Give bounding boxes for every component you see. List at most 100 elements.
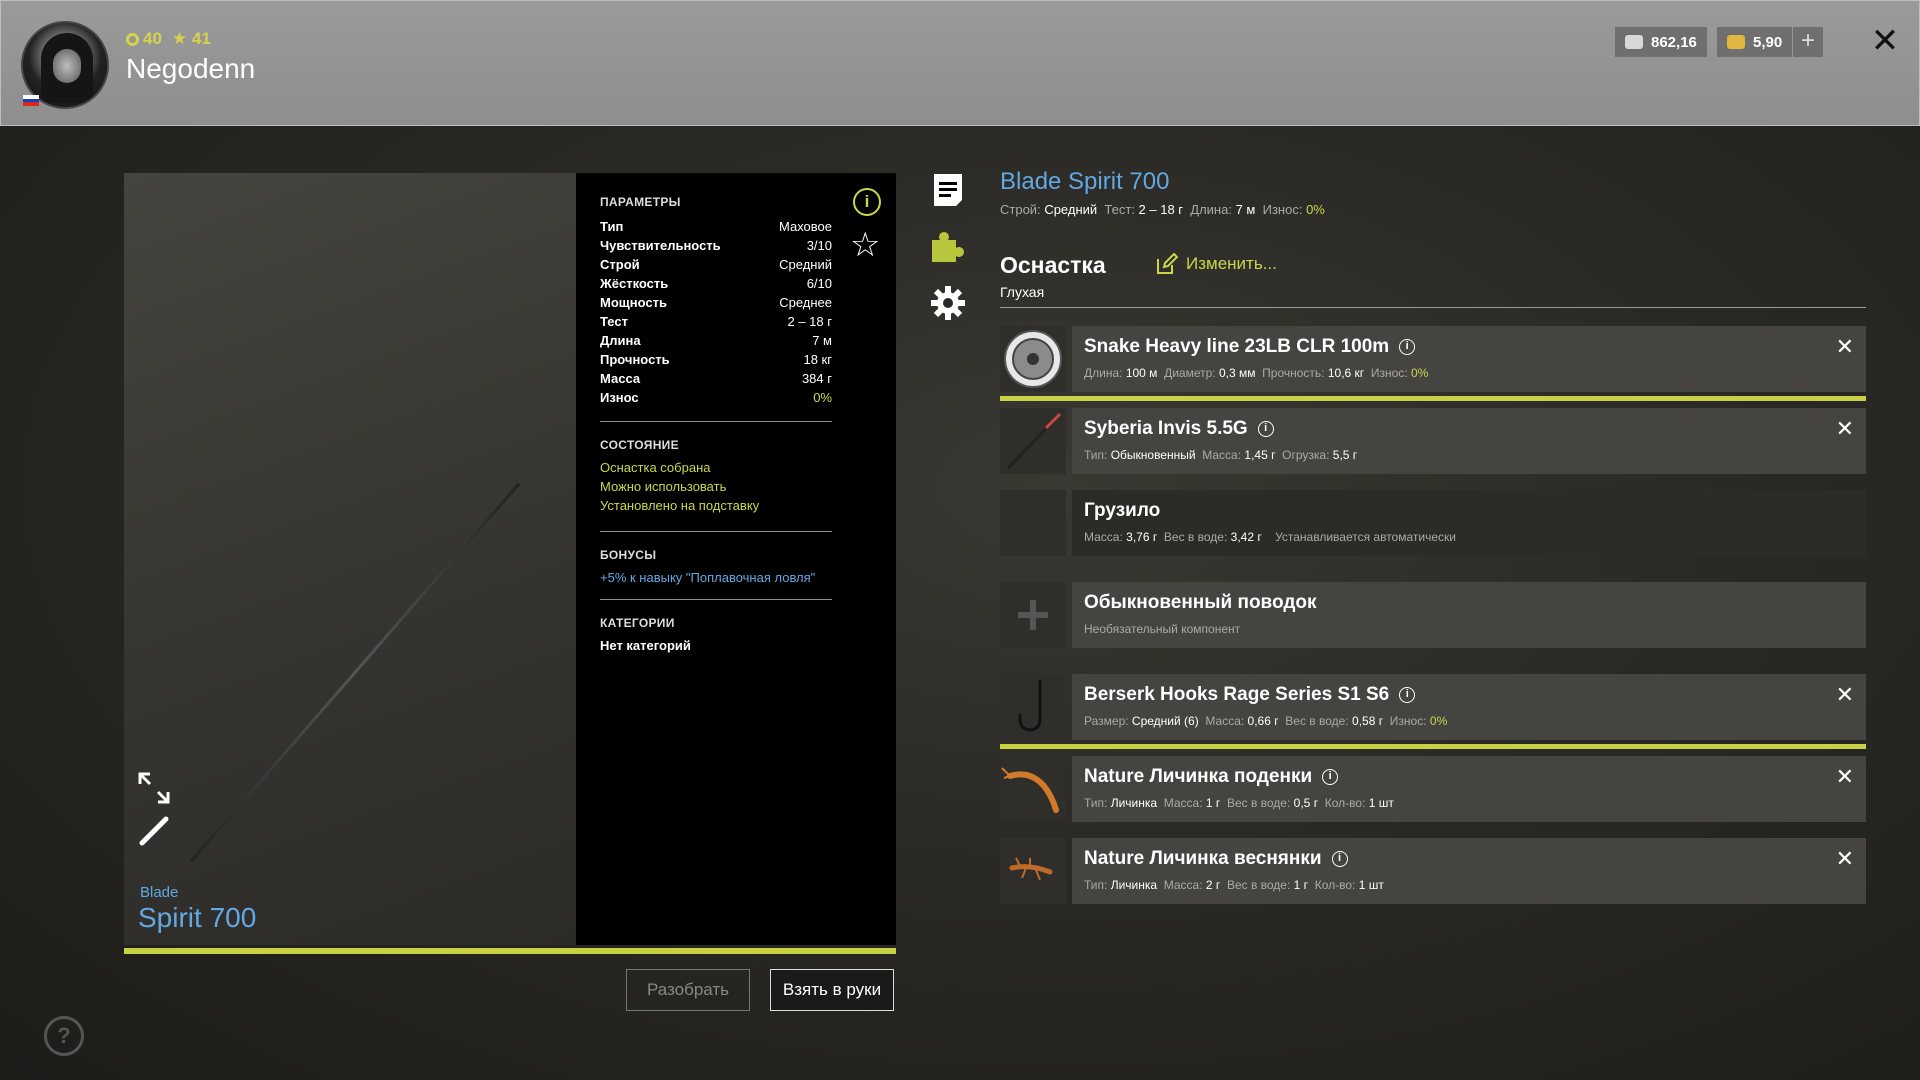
desc-value: 2 г [1205, 878, 1221, 892]
rod-model: Spirit 700 [138, 902, 257, 933]
favorite-star-icon[interactable]: ☆ [850, 228, 880, 262]
rod-preview[interactable] [124, 173, 576, 945]
build-label: Строй: [1000, 202, 1041, 217]
help-icon[interactable]: ? [44, 1016, 84, 1056]
tackle-type: Глухая [1000, 284, 1045, 300]
item-title: Berserk Hooks Rage Series S1 S6 [1084, 684, 1390, 705]
remove-item-icon[interactable]: ✕ [1836, 846, 1854, 872]
param-value: 6/10 [806, 276, 832, 291]
state-title: СОСТОЯНИЕ [600, 438, 679, 452]
remove-item-icon[interactable]: ✕ [1836, 416, 1854, 442]
desc-value: 0,3 мм [1218, 366, 1256, 380]
gold-amount: 5,90 [1753, 33, 1783, 51]
expand-icon[interactable] [138, 772, 170, 804]
param-key: Тип [600, 219, 624, 234]
param-row: Тип Маховое [600, 217, 832, 236]
take-in-hands-button[interactable]: Взять в руки [770, 969, 894, 1011]
info-icon[interactable]: i [1257, 421, 1274, 437]
rod-wear-bar [124, 948, 896, 954]
param-value: 384 г [801, 371, 832, 386]
desc-label: Вес в воде: [1163, 530, 1228, 544]
desc-label: Кол-во: [1314, 878, 1356, 892]
remove-item-icon[interactable]: ✕ [1836, 334, 1854, 360]
mayfly-larva-thumb [1000, 756, 1066, 822]
tackle-item-bait-mayfly[interactable]: Nature Личинка поденки i Тип: Личинка Мас… [1000, 756, 1866, 822]
info-icon[interactable]: i [1399, 687, 1416, 703]
close-icon[interactable]: ✕ [1865, 21, 1905, 61]
info-icon[interactable]: i [853, 188, 881, 216]
param-key: Прочность [600, 352, 670, 367]
line-spool-icon [1004, 330, 1062, 388]
wear-value: 0% [1306, 202, 1325, 217]
add-leader-thumb[interactable] [1000, 582, 1066, 648]
test-value: 2 – 18 г [1138, 202, 1184, 217]
desc-label: Масса: [1202, 448, 1242, 462]
item-wear-bar [1000, 396, 1866, 401]
item-name: Nature Личинка поденки i [1084, 766, 1339, 788]
tackle-item-hook[interactable]: Berserk Hooks Rage Series S1 S6 i Размер:… [1000, 674, 1866, 740]
remove-item-icon[interactable]: ✕ [1836, 764, 1854, 790]
desc-value: Личинка [1110, 878, 1158, 892]
info-icon[interactable]: i [1399, 339, 1416, 355]
item-body: Nature Личинка веснянки i Тип: Личинка Ма… [1072, 838, 1866, 904]
tackle-item-bait-stonefly[interactable]: Nature Личинка веснянки i Тип: Личинка Ма… [1000, 838, 1866, 904]
desc-label: Длина: [1084, 366, 1123, 380]
rank-badge: ★ 41 [172, 29, 211, 49]
desc-value: 3,42 г [1230, 530, 1262, 544]
desc-value: 0% [1410, 366, 1429, 380]
desc-label: Диаметр: [1164, 366, 1216, 380]
tackle-item-line[interactable]: Snake Heavy line 23LB CLR 100m i Длина: 1… [1000, 326, 1866, 392]
item-title: Nature Личинка поденки [1084, 766, 1313, 787]
sinker-thumb [1000, 490, 1066, 556]
edit-tackle-button[interactable]: Изменить... [1156, 253, 1277, 275]
divider [600, 531, 832, 532]
tackle-item-sinker[interactable]: Грузило Масса: 3,76 г Вес в воде: 3,42 г… [1000, 490, 1866, 556]
puzzle-icon[interactable] [930, 228, 966, 264]
length-value: 7 м [1235, 202, 1256, 217]
item-name: Snake Heavy line 23LB CLR 100m i [1084, 336, 1416, 358]
info-icon[interactable]: i [1331, 851, 1348, 867]
remove-item-icon[interactable]: ✕ [1836, 682, 1854, 708]
state-line: Установлено на подставку [600, 498, 760, 513]
divider [1000, 307, 1866, 308]
desc-value: 10,6 кг [1327, 366, 1365, 380]
desc-label: Тип: [1084, 878, 1108, 892]
item-name: Syberia Invis 5.5G i [1084, 418, 1274, 440]
param-value: Средний [779, 257, 832, 272]
desc-value: Средний (6) [1131, 714, 1199, 728]
divider [600, 599, 832, 600]
rod-brand: Blade [140, 884, 179, 901]
item-title: Snake Heavy line 23LB CLR 100m [1084, 336, 1390, 357]
rod-title: Blade Spirit 700 [1000, 168, 1170, 195]
param-key: Строй [600, 257, 640, 272]
tackle-item-leader[interactable]: Обыкновенный поводок Необязательный комп… [1000, 582, 1866, 648]
item-body: Snake Heavy line 23LB CLR 100m i Длина: 1… [1072, 326, 1866, 392]
param-row: Мощность Среднее [600, 293, 832, 312]
params-title: ПАРАМЕТРЫ [600, 195, 681, 209]
plus-icon [1018, 600, 1048, 630]
desc-label: Огрузка: [1282, 448, 1330, 462]
desc-label: Масса: [1163, 796, 1203, 810]
desc-value: 1 шт [1368, 796, 1394, 810]
param-row: Тест 2 – 18 г [600, 312, 832, 331]
level-value: 40 [143, 29, 162, 48]
document-icon[interactable] [930, 172, 966, 208]
tackle-item-float[interactable]: Syberia Invis 5.5G i Тип: Обыкновенный Ма… [1000, 408, 1866, 474]
desc-value: 1 г [1293, 878, 1309, 892]
line-spool-thumb [1000, 326, 1066, 392]
desc-label: Износ: [1370, 366, 1408, 380]
level-badge: 40 [126, 29, 162, 49]
param-key: Тест [600, 314, 628, 329]
desc-label: Износ: [1389, 714, 1427, 728]
tackle-title: Оснастка [1000, 252, 1106, 278]
flag-icon [23, 95, 39, 106]
desc-value: 1 г [1205, 796, 1221, 810]
info-icon[interactable]: i [1322, 769, 1339, 785]
disassemble-button[interactable]: Разобрать [626, 969, 750, 1011]
gear-icon[interactable] [930, 285, 966, 321]
param-key: Чувствительность [600, 238, 721, 253]
add-currency-button[interactable]: + [1793, 27, 1823, 57]
paint-brush-icon[interactable] [138, 815, 170, 847]
param-value: Среднее [779, 295, 832, 310]
param-key: Жёсткость [600, 276, 669, 291]
